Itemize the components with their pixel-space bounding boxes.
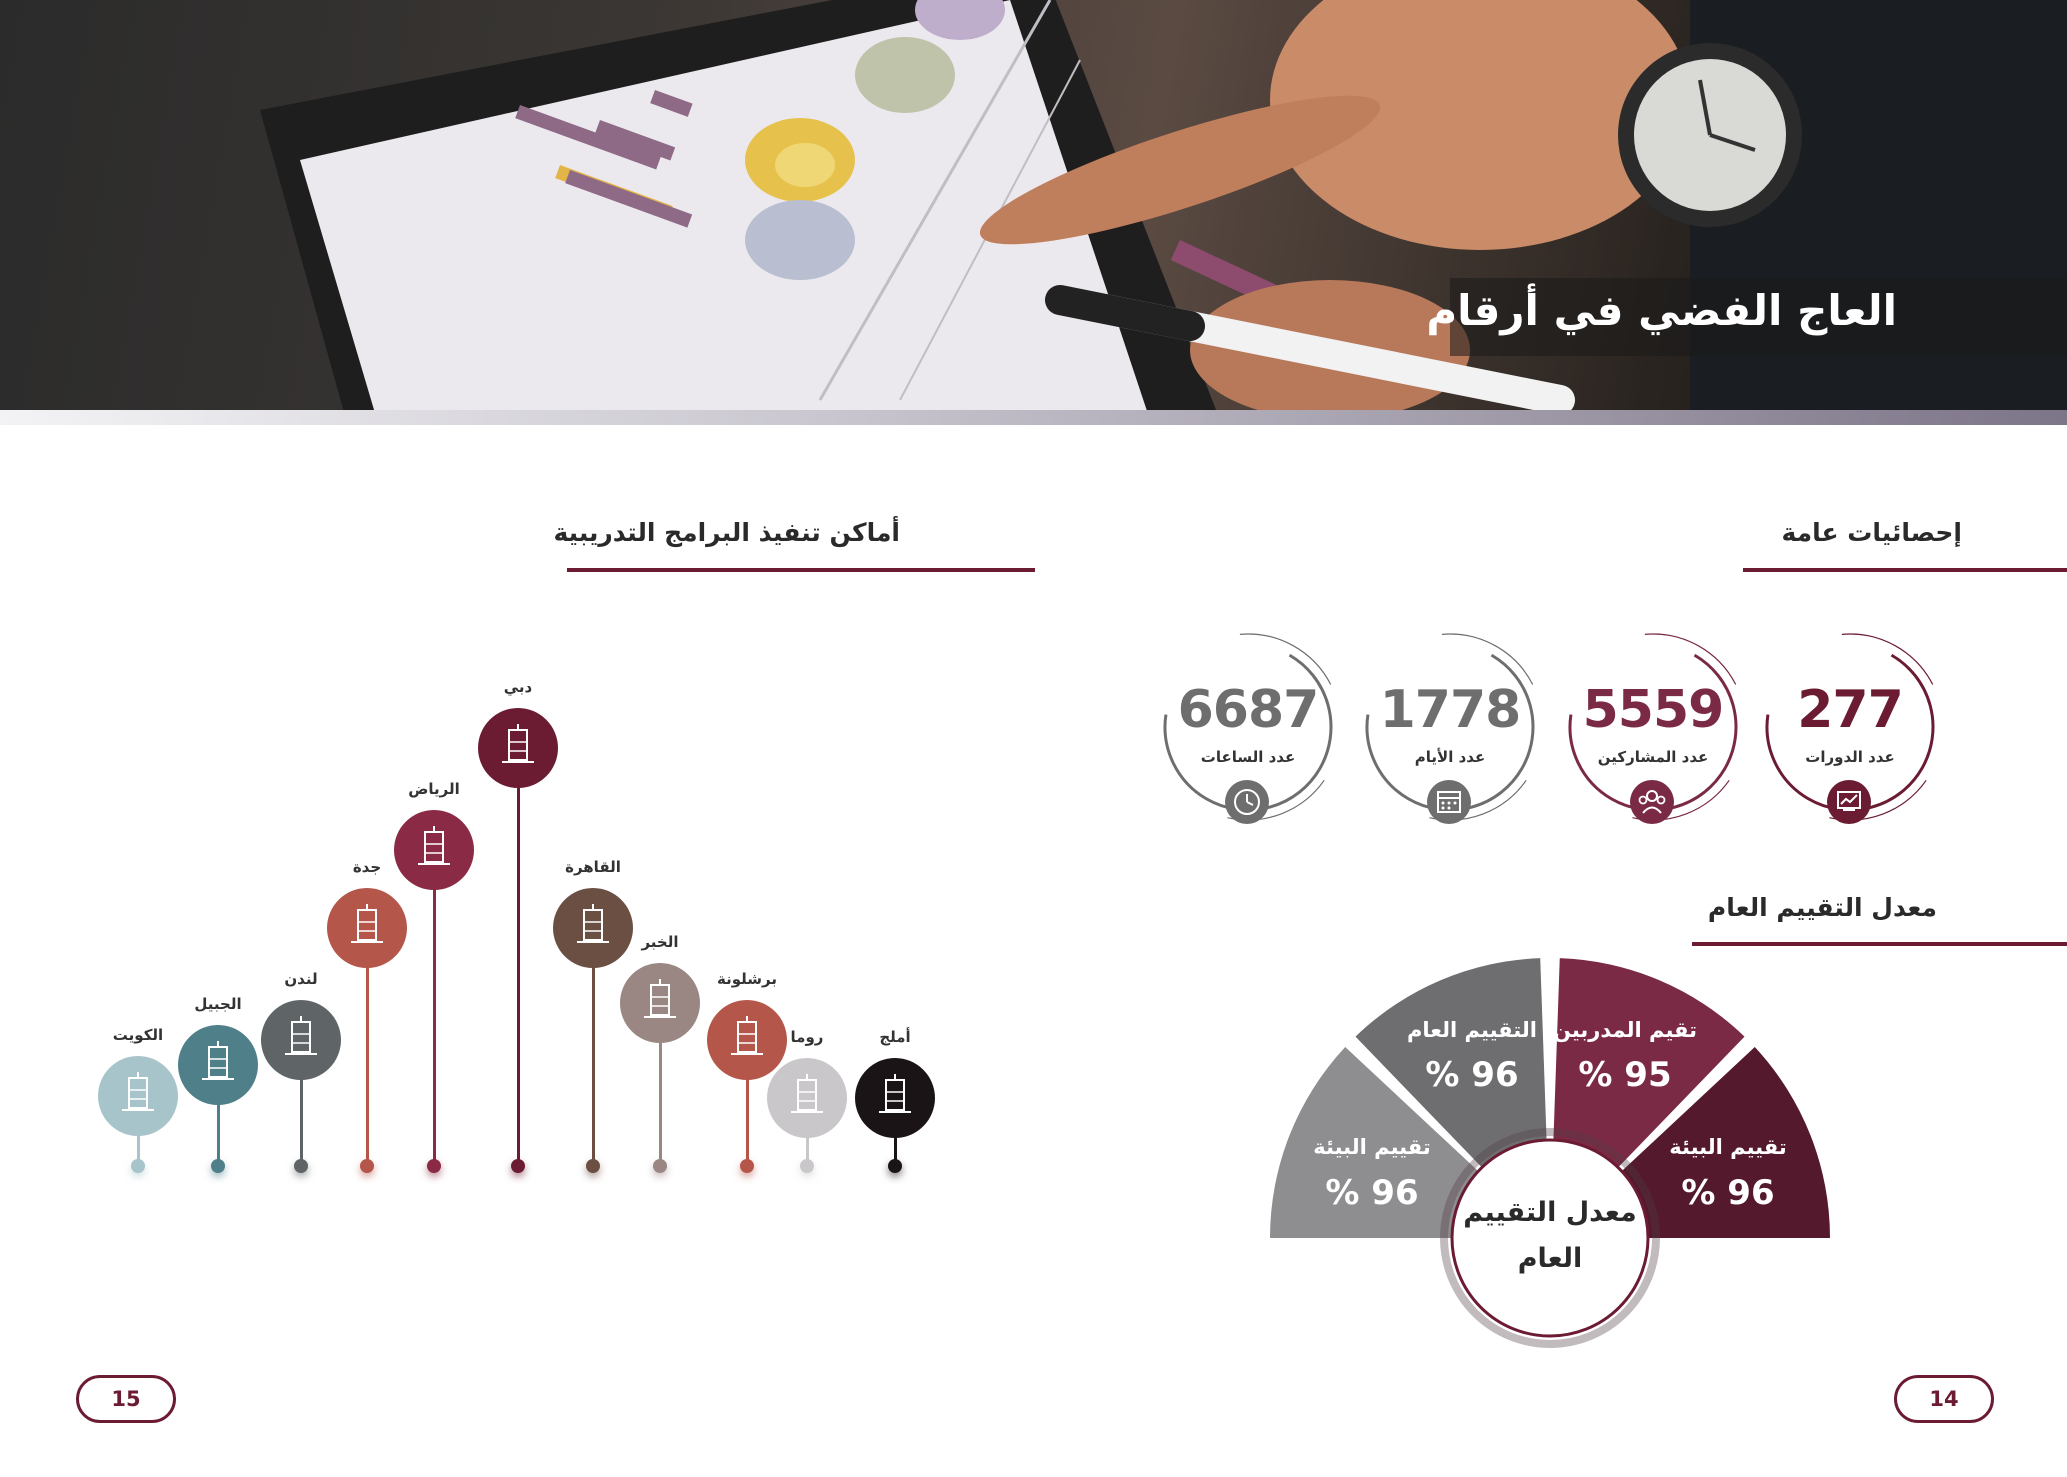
stat-days: 1778 عدد الأيام <box>1355 632 1545 824</box>
stat-courses: 277 عدد الدورات <box>1755 632 1945 824</box>
city-pin-stem <box>432 850 436 1166</box>
places-heading-underline <box>567 568 1035 572</box>
stat-label: عدد الأيام <box>1414 748 1486 766</box>
stat-label: عدد المشاركين <box>1597 748 1709 766</box>
clock-icon <box>1225 780 1269 824</box>
hero-bottom-strip <box>0 410 2067 425</box>
rating-fan: تقييم البيئة % 96 تقيم المدربين % 95 الت… <box>1250 955 1850 1355</box>
page-number-left: 15 <box>76 1375 176 1423</box>
calendar-icon <box>1427 780 1471 824</box>
stats-heading-underline <box>1743 568 2067 572</box>
stat-value: 1778 <box>1379 680 1522 740</box>
hero-title: العاج الفضي في أرقام <box>1426 286 1897 335</box>
stat-value: 277 <box>1797 680 1904 740</box>
city-name: أملج <box>879 1028 911 1046</box>
colosseum-icon <box>767 1058 847 1138</box>
stat-hours: 6687 عدد الساعات <box>1153 632 1343 824</box>
palm-tree-icon <box>855 1058 935 1138</box>
hero-photo <box>260 0 2067 425</box>
city-pin-dot <box>888 1159 902 1173</box>
city-pin-dot <box>800 1159 814 1173</box>
city-name: الخبر <box>641 933 679 951</box>
page-number-right: 14 <box>1894 1375 1994 1423</box>
rating-segment-label: تقييم البيئة <box>1313 1135 1431 1159</box>
city-name: الجبيل <box>194 995 242 1013</box>
stat-participants: 5559 عدد المشاركين <box>1558 632 1748 824</box>
city-name: لندن <box>284 970 318 988</box>
skyline-icon <box>178 1025 258 1105</box>
rating-segment-value: % 96 <box>1325 1173 1419 1213</box>
city-pin-dot <box>740 1159 754 1173</box>
people-icon <box>1630 780 1674 824</box>
city-name: دبي <box>503 678 533 696</box>
rating-segment-value: % 96 <box>1425 1055 1519 1095</box>
city-pin-dot <box>360 1159 374 1173</box>
riyadh-tower-icon <box>394 810 474 890</box>
rating-segment-value: % 96 <box>1681 1173 1775 1213</box>
rating-heading-underline <box>1692 942 2067 946</box>
hero-banner: العاج الفضي في أرقام <box>0 0 2067 425</box>
city-name: القاهرة <box>565 858 621 876</box>
burj-al-arab-icon <box>478 708 558 788</box>
stat-label: عدد الدورات <box>1805 748 1895 766</box>
city-pin-dot <box>511 1159 525 1173</box>
jeddah-tower-icon <box>327 888 407 968</box>
city-name: برشلونة <box>717 970 777 988</box>
stat-label: عدد الساعات <box>1200 748 1296 766</box>
places-heading: أماكن تنفيذ البرامج التدريبية <box>553 518 900 547</box>
kuwait-towers-icon <box>98 1056 178 1136</box>
city-pin-dot <box>586 1159 600 1173</box>
rating-segment-label: تقييم البيئة <box>1669 1135 1787 1159</box>
city-pin-dot <box>653 1159 667 1173</box>
cities-pin-chart: الكويت الجبيل لندن جدة الرياض دبي القاهر… <box>80 660 980 1200</box>
stat-value: 5559 <box>1582 680 1725 740</box>
city-name: الرياض <box>408 780 460 798</box>
city-pin-dot <box>427 1159 441 1173</box>
stat-value: 6687 <box>1177 680 1320 740</box>
cairo-tower-icon <box>553 888 633 968</box>
rating-heading: معدل التقييم العام <box>1707 893 1937 922</box>
rating-center-label: معدل التقييم العام <box>1463 1197 1637 1274</box>
city-pin-dot <box>131 1159 145 1173</box>
city-pin-stem <box>516 748 520 1166</box>
big-ben-icon <box>261 1000 341 1080</box>
city-pin-dot <box>294 1159 308 1173</box>
rating-segment-label: التقييم العام <box>1407 1018 1537 1042</box>
city-pin-dot <box>211 1159 225 1173</box>
stats-heading: إحصائيات عامة <box>1781 518 1962 547</box>
chart-board-icon <box>1827 780 1871 824</box>
